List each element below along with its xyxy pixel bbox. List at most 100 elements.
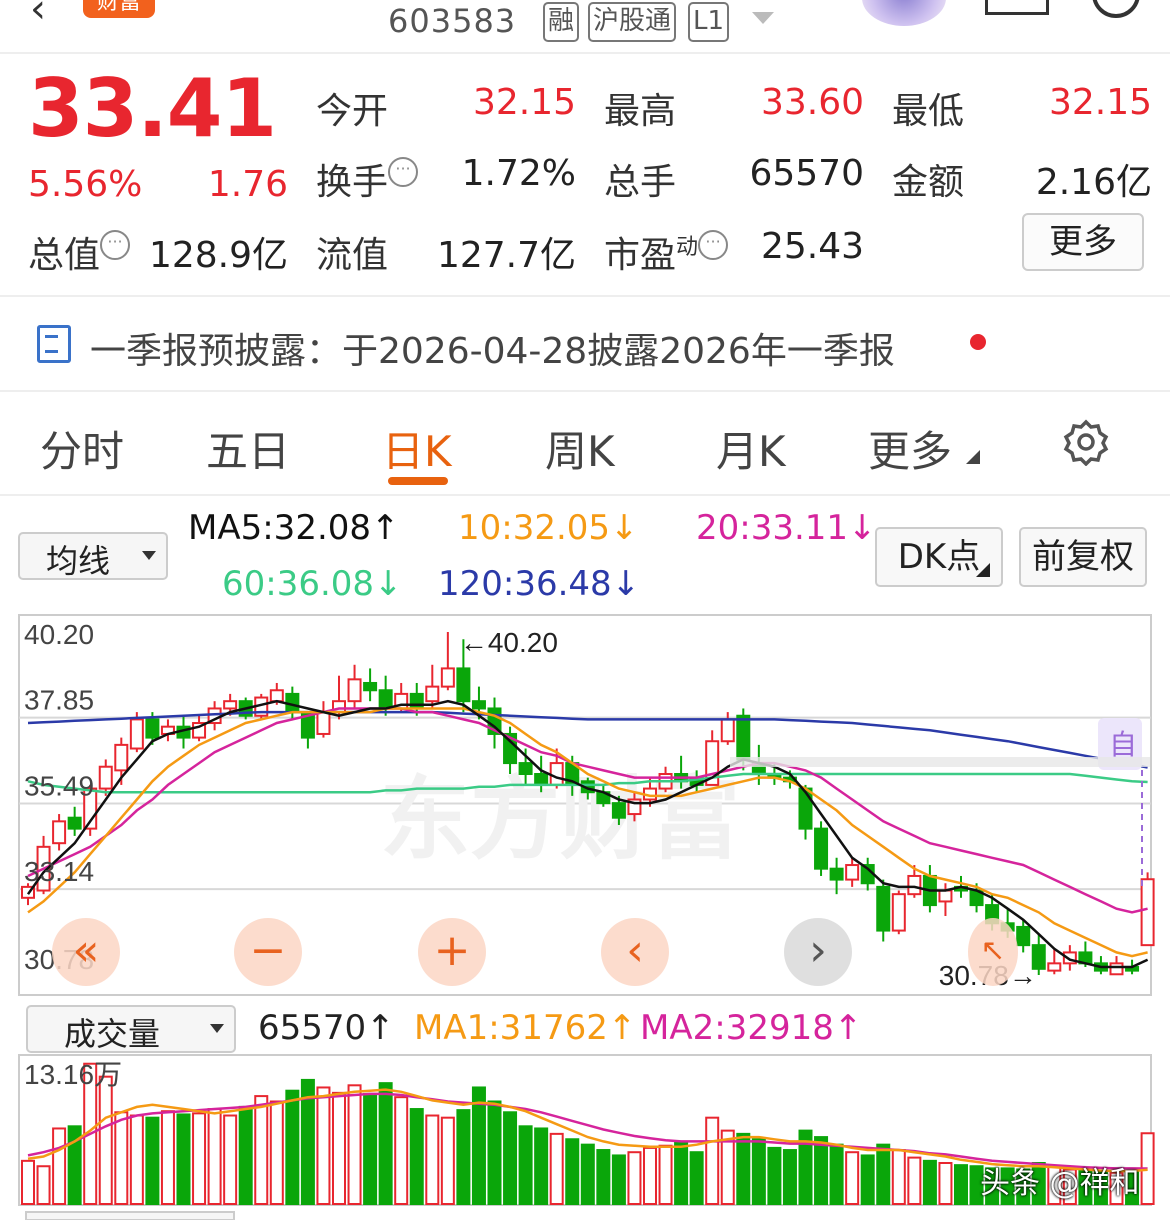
volume-bar (394, 1096, 409, 1205)
volume-bar (518, 1125, 533, 1206)
candle (347, 664, 362, 709)
rewind-double-chevron-icon[interactable]: « (52, 918, 120, 986)
volume-bar (611, 1154, 626, 1205)
volume-bar (223, 1114, 238, 1206)
volume-bar (36, 1165, 51, 1205)
volume-bar (860, 1154, 875, 1205)
y-tick-label: 37.85 (24, 685, 94, 716)
volume-bar (192, 1112, 207, 1205)
volume-bar (456, 1109, 471, 1206)
volume-bar (285, 1089, 300, 1206)
volume-bar (503, 1111, 518, 1206)
volume-bar (658, 1144, 673, 1206)
volume-bar (876, 1143, 891, 1205)
candle (503, 726, 518, 775)
candle (160, 719, 175, 742)
volume-indicator-select[interactable]: 成交量 (26, 1005, 236, 1053)
volume-bar (829, 1143, 844, 1205)
candle (876, 879, 891, 942)
volume-bar (643, 1146, 657, 1206)
max-price-marker: ←40.20 (460, 627, 558, 658)
zoom-out-button[interactable]: − (234, 918, 302, 986)
volume-bar (207, 1108, 222, 1205)
auto-badge-text: 自 (1109, 728, 1137, 761)
y-tick-label: 33.14 (24, 856, 94, 887)
vol-ma1-value: MA1:31762↑ (414, 1008, 637, 1048)
volume-bar (565, 1138, 580, 1205)
candle (1109, 956, 1124, 976)
volume-bar (316, 1086, 331, 1206)
candle (891, 890, 906, 935)
volume-bar (145, 1116, 160, 1206)
volume-bar (52, 1127, 67, 1206)
volume-bar (98, 1075, 113, 1206)
volume-bar (596, 1149, 611, 1205)
volume-bar (705, 1116, 720, 1206)
volume-bar (922, 1159, 937, 1205)
volume-bar (782, 1149, 797, 1205)
zoom-in-button[interactable]: + (418, 918, 486, 986)
volume-bar (580, 1143, 595, 1205)
volume-bar (549, 1132, 564, 1206)
volume-bar (689, 1151, 704, 1205)
volume-bar (363, 1092, 378, 1205)
volume-bar (21, 1159, 35, 1205)
volume-bar (409, 1108, 424, 1205)
volume-bar (238, 1105, 253, 1206)
expand-icon[interactable]: ↖ (968, 918, 1018, 986)
volume-bar (471, 1086, 486, 1206)
volume-bar (954, 1164, 968, 1206)
y-tick-label: 40.20 (24, 619, 94, 650)
volume-select-label: 成交量 (64, 1015, 161, 1053)
volume-bar (114, 1111, 129, 1206)
volume-bar (300, 1078, 315, 1206)
volume-bar (767, 1146, 782, 1206)
candle (814, 821, 829, 876)
volume-bar (378, 1082, 393, 1205)
y-tick-label: 35.49 (24, 771, 94, 802)
vol-ma2-value: MA2:32918↑ (640, 1008, 863, 1048)
volume-bar (736, 1132, 751, 1206)
range-band (730, 757, 1150, 767)
candle (98, 759, 113, 796)
volume-bar (176, 1113, 191, 1205)
volume-bar (347, 1084, 362, 1206)
candlestick-chart[interactable]: 东方财富 40.2037.8535.4933.1430.78 ←40.2030.… (0, 0, 1170, 1000)
volume-bar (1140, 1132, 1155, 1205)
volume-bar (798, 1129, 813, 1205)
candle (207, 701, 222, 731)
volume-bar (487, 1100, 502, 1206)
watermark: 头条 @祥和 (980, 1166, 1140, 1201)
volume-bar (160, 1110, 175, 1205)
volume-bar (674, 1141, 689, 1206)
pan-right-chevron-icon[interactable]: › (784, 918, 852, 986)
volume-bar (938, 1161, 953, 1205)
volume-bar (440, 1116, 455, 1206)
volume-bar (83, 1062, 98, 1205)
volume-value: 65570↑ (258, 1008, 395, 1048)
candle (440, 632, 455, 691)
volume-bar (534, 1127, 549, 1206)
candle (316, 701, 331, 738)
candle (363, 668, 378, 702)
volume-bar (720, 1129, 735, 1205)
volume-bar (891, 1149, 906, 1205)
volume-bar (814, 1136, 829, 1206)
volume-bar (751, 1138, 766, 1205)
volume-bar (254, 1095, 269, 1206)
volume-bar (627, 1151, 642, 1205)
next-panel-stub (25, 1211, 235, 1220)
chevron-down-icon (210, 1024, 224, 1033)
candle (52, 814, 67, 851)
volume-bar (425, 1114, 440, 1206)
volume-bar (845, 1151, 860, 1205)
volume-bar (67, 1125, 82, 1206)
volume-bar (907, 1156, 922, 1205)
candle (67, 806, 82, 836)
volume-max-label: 13.16万 (24, 1059, 122, 1090)
volume-bar (332, 1091, 346, 1206)
volume-bar (129, 1114, 144, 1206)
volume-bar (269, 1100, 284, 1206)
pan-left-chevron-icon[interactable]: ‹ (601, 918, 669, 986)
candle (425, 664, 440, 709)
